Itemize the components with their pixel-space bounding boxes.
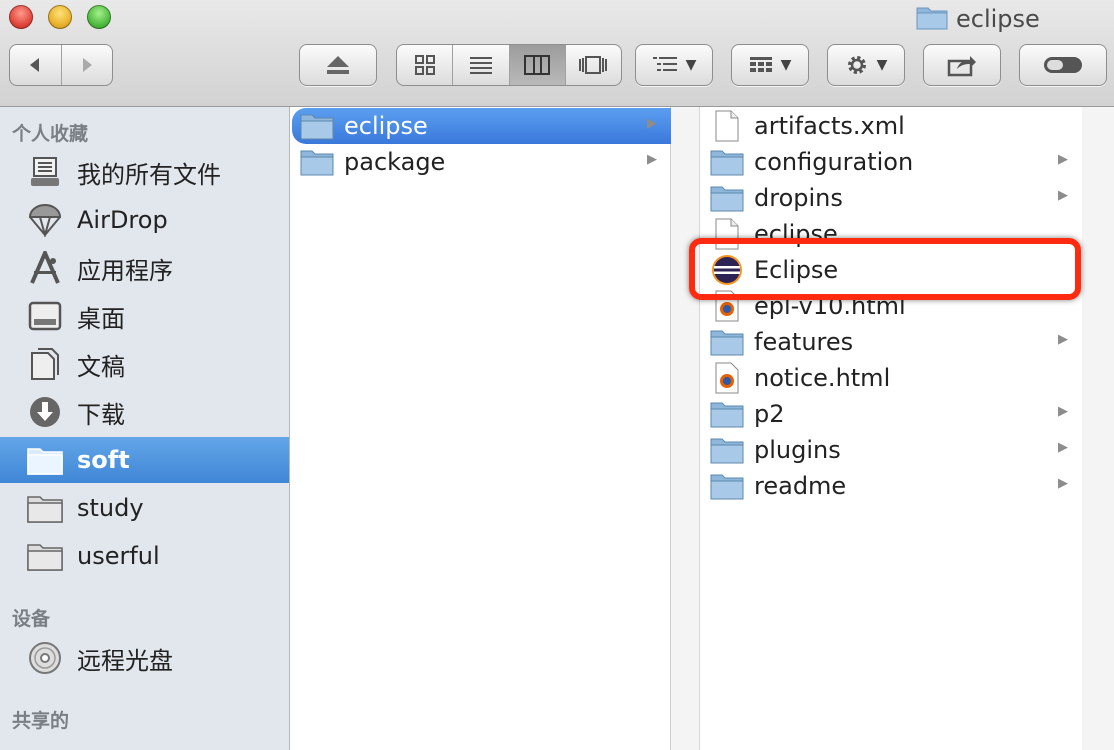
- eject-icon: [327, 56, 349, 74]
- column-divider[interactable]: [1082, 107, 1114, 750]
- list-icon: [469, 57, 492, 74]
- all-files-icon: [27, 154, 63, 190]
- document-icon: [710, 217, 744, 251]
- sidebar-item-downloads[interactable]: 下载: [0, 389, 289, 435]
- sidebar-item-userful[interactable]: userful: [0, 533, 289, 579]
- column-1: eclipse ▶ package ▶: [290, 107, 928, 750]
- icon-view-button[interactable]: [397, 45, 454, 85]
- firefox-html-icon: [710, 361, 744, 395]
- arrange-list-icon: [652, 57, 677, 71]
- sidebar-item-remote-disc[interactable]: 远程光盘: [0, 635, 289, 681]
- folder-icon: [27, 442, 63, 478]
- sidebar-section-shared: 共享的: [12, 710, 70, 732]
- chevron-left-icon: [30, 58, 40, 72]
- chevron-down-icon: ▼: [780, 57, 792, 73]
- chevron-down-icon: ▼: [685, 57, 697, 73]
- close-window-button[interactable]: [9, 5, 33, 29]
- sidebar-item-documents[interactable]: 文稿: [0, 341, 289, 387]
- list-item-eclipse-file[interactable]: eclipse: [710, 216, 1070, 252]
- navigation-segment: [9, 44, 113, 86]
- toolbar-toggle-button[interactable]: [1019, 44, 1107, 86]
- disclosure-arrow-icon: ▶: [1058, 332, 1068, 347]
- chevron-down-icon: ▼: [876, 57, 888, 73]
- toggle-pill-icon: [1044, 57, 1082, 73]
- downloads-icon: [27, 394, 63, 430]
- list-item-configuration[interactable]: configuration: [710, 144, 1070, 180]
- folder-icon: [710, 397, 744, 431]
- list-item-dropins[interactable]: dropins: [710, 180, 1070, 216]
- folder-icon: [300, 145, 334, 179]
- sidebar-item-soft[interactable]: soft: [0, 437, 289, 483]
- action-button[interactable]: ▼: [827, 44, 905, 86]
- folder-icon: [710, 433, 744, 467]
- chevron-right-icon: [82, 58, 92, 72]
- list-item-readme[interactable]: readme: [710, 468, 1070, 504]
- folder-icon: [710, 469, 744, 503]
- view-mode-segment: [396, 44, 622, 86]
- column-view-button[interactable]: [509, 45, 566, 85]
- folder-icon: [710, 181, 744, 215]
- sidebar-item-desktop[interactable]: 桌面: [0, 293, 289, 339]
- list-item-notice-html[interactable]: notice.html: [710, 360, 1070, 396]
- share-icon: [947, 56, 976, 77]
- disclosure-arrow-icon: ▶: [1058, 188, 1068, 203]
- minimize-window-button[interactable]: [48, 5, 72, 29]
- zoom-window-button[interactable]: [87, 5, 111, 29]
- sidebar-item-applications[interactable]: 应用程序: [0, 245, 289, 291]
- applications-icon: [27, 250, 63, 286]
- share-button[interactable]: [923, 44, 1001, 86]
- list-item-features[interactable]: features: [710, 324, 1070, 360]
- documents-icon: [27, 346, 63, 382]
- column-divider[interactable]: [671, 107, 699, 750]
- arrange-button[interactable]: ▼: [635, 44, 713, 86]
- columns-icon: [524, 55, 551, 75]
- folder-icon: [710, 145, 744, 179]
- eject-button[interactable]: [299, 44, 377, 86]
- eclipse-app-icon: [710, 253, 744, 287]
- cover-flow-icon: [579, 56, 608, 74]
- window-title: eclipse: [916, 4, 1040, 34]
- folder-icon: [710, 325, 744, 359]
- toolbar: eclipse ▼ ▼ ▼: [0, 0, 1114, 107]
- sidebar-section-devices: 设备: [12, 608, 51, 630]
- disclosure-arrow-icon: ▶: [647, 152, 657, 167]
- folder-icon: [27, 538, 63, 574]
- back-button[interactable]: [10, 45, 62, 85]
- sidebar-item-all-my-files[interactable]: 我的所有文件: [0, 149, 289, 195]
- sidebar-item-study[interactable]: study: [0, 485, 289, 531]
- disclosure-arrow-icon: ▶: [1058, 476, 1068, 491]
- disclosure-arrow-icon: ▶: [647, 116, 657, 131]
- sidebar: 个人收藏 我的所有文件 AirDrop 应用程序 桌面 文稿 下载 soft s…: [0, 107, 290, 750]
- window-title-text: eclipse: [956, 5, 1040, 33]
- gear-icon: [847, 56, 866, 74]
- folder-icon: [300, 109, 334, 143]
- sidebar-section-favorites: 个人收藏: [12, 123, 89, 145]
- list-view-button[interactable]: [453, 45, 510, 85]
- cover-flow-button[interactable]: [566, 45, 621, 85]
- disclosure-arrow-icon: ▶: [1058, 404, 1068, 419]
- disclosure-arrow-icon: ▶: [1058, 152, 1068, 167]
- disclosure-arrow-icon: ▶: [1058, 440, 1068, 455]
- group-button[interactable]: ▼: [731, 44, 809, 86]
- column-2: artifacts.xml configuration ▶ dropins ▶ …: [699, 107, 1083, 750]
- desktop-icon: [27, 298, 63, 334]
- firefox-html-icon: [710, 289, 744, 323]
- list-item-epl-v10-html[interactable]: epl-v10.html: [710, 288, 1070, 324]
- forward-button[interactable]: [62, 45, 113, 85]
- list-item-artifacts-xml[interactable]: artifacts.xml: [710, 108, 1070, 144]
- list-item-plugins[interactable]: plugins: [710, 432, 1070, 468]
- airdrop-icon: [27, 202, 63, 238]
- list-item-eclipse-app[interactable]: Eclipse: [710, 252, 1070, 288]
- folder-icon: [27, 490, 63, 526]
- folder-icon: [916, 4, 948, 34]
- document-icon: [710, 109, 744, 143]
- sidebar-item-airdrop[interactable]: AirDrop: [0, 197, 289, 243]
- group-icon: [749, 57, 772, 72]
- list-item-p2[interactable]: p2: [710, 396, 1070, 432]
- disc-icon: [27, 640, 63, 676]
- grid-icon: [414, 55, 435, 75]
